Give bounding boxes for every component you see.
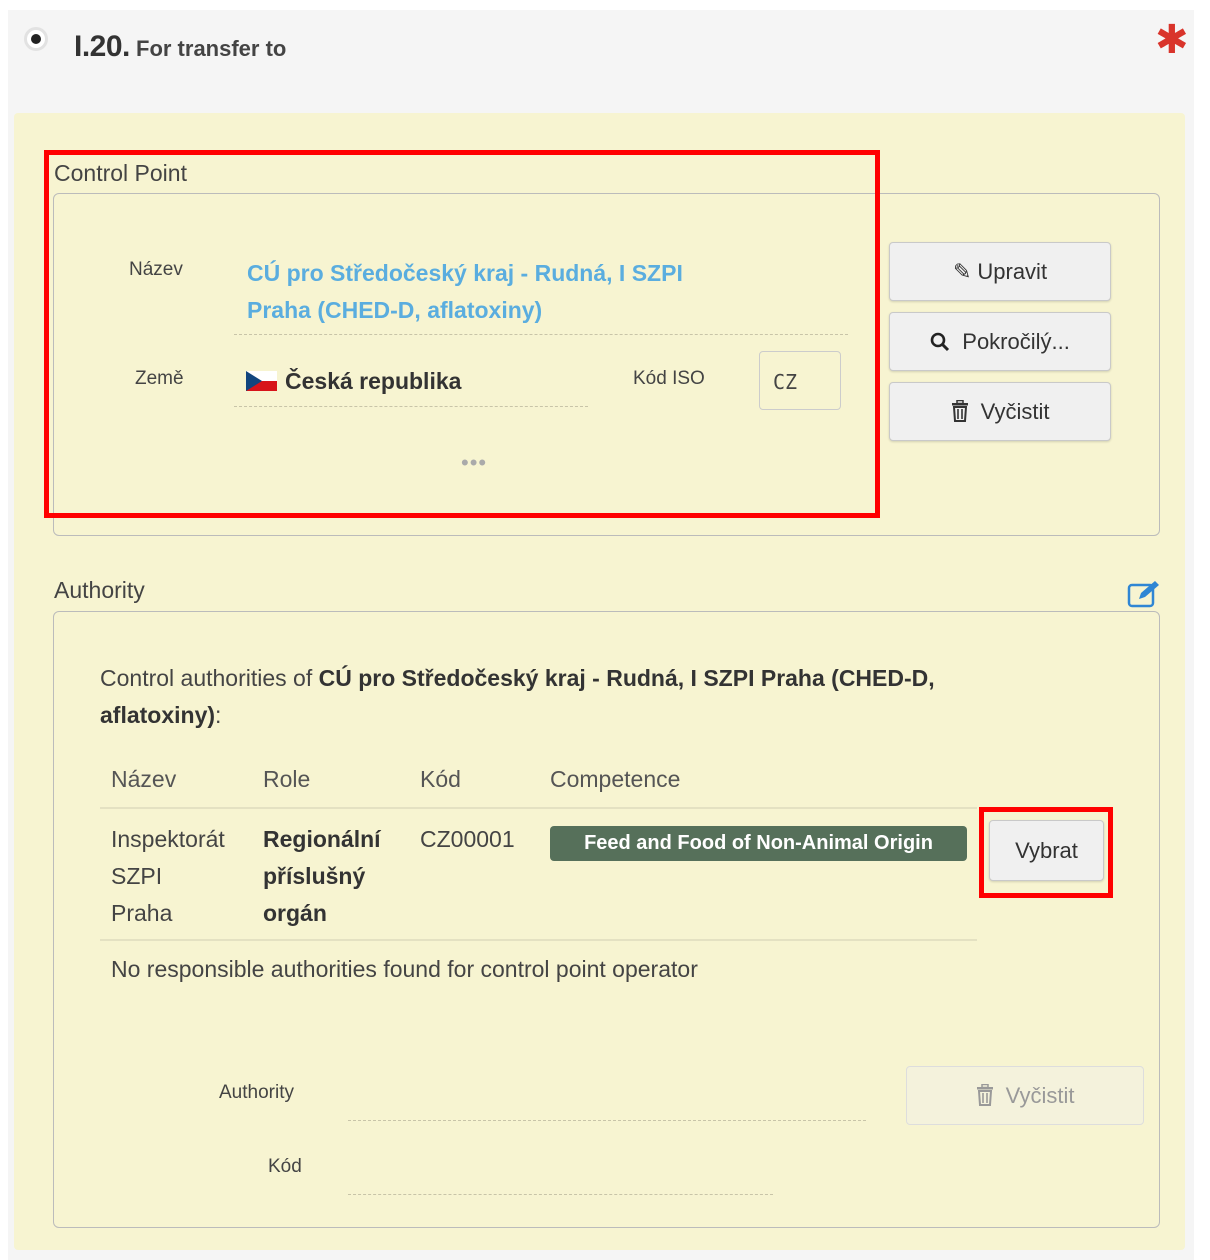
competence-badge: Feed and Food of Non-Animal Origin xyxy=(550,826,967,861)
row-name: Inspektorát SZPI Praha xyxy=(111,826,225,926)
edit-icon: ✎ xyxy=(952,259,972,284)
radio-dot xyxy=(31,34,41,44)
authority-intro: Control authorities of CÚ pro Středočesk… xyxy=(100,665,935,728)
table-header-divider xyxy=(100,807,977,809)
col-header-competence: Competence xyxy=(550,766,681,792)
clear-authority-button[interactable]: Vyčistit xyxy=(906,1066,1144,1125)
authority-intro-cp-name: CÚ pro Středočeský kraj - Rudná, I SZPI … xyxy=(318,665,935,691)
section-heading: I.20. For transfer to xyxy=(74,30,286,64)
advanced-button[interactable]: Pokročilý... xyxy=(889,312,1111,371)
code-field-value xyxy=(348,1194,773,1195)
authority-legend: Authority xyxy=(54,577,145,603)
no-authorities-message: No responsible authorities found for con… xyxy=(111,956,698,982)
section-number: I.20. xyxy=(74,30,130,63)
col-header-role: Role xyxy=(263,766,311,792)
search-icon xyxy=(930,329,956,354)
section-radio[interactable] xyxy=(24,27,48,51)
edit-button[interactable]: ✎ Upravit xyxy=(889,242,1111,301)
authority-field-label: Authority xyxy=(219,1082,294,1103)
row-role: Regionální příslušný orgán xyxy=(263,826,381,926)
table-row-divider xyxy=(100,939,977,941)
authority-field-value xyxy=(348,1120,866,1121)
highlight-control-point xyxy=(44,150,880,518)
code-field-label: Kód xyxy=(268,1156,302,1177)
col-header-code: Kód xyxy=(420,766,461,792)
section-title: For transfer to xyxy=(136,36,287,61)
row-code: CZ00001 xyxy=(420,826,515,852)
trash-icon xyxy=(951,399,975,424)
col-header-name: Název xyxy=(111,766,177,792)
highlight-select-button xyxy=(979,807,1113,898)
authority-edit-icon[interactable] xyxy=(1127,580,1161,613)
clear-control-point-button[interactable]: Vyčistit xyxy=(889,382,1111,441)
required-asterisk-icon: ✱ xyxy=(1155,18,1189,62)
trash-icon xyxy=(976,1083,1000,1108)
